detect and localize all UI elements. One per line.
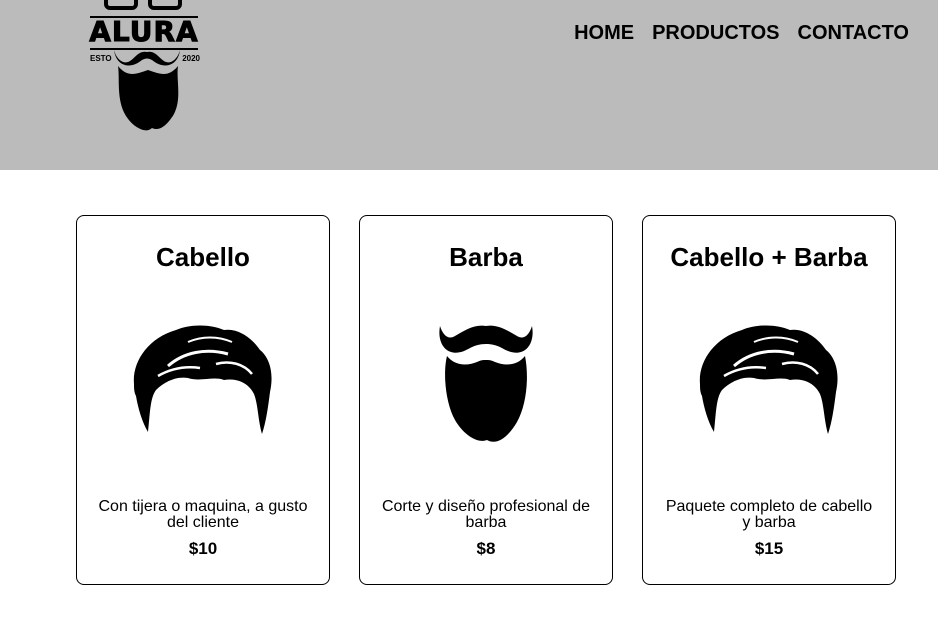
product-description: Paquete completo de cabello y barba (665, 498, 873, 531)
product-card-cabello: Cabello Con tijera o maquina, a gusto de… (76, 215, 330, 585)
alura-logo[interactable]: ALURA ESTO 2020 (86, 0, 202, 138)
product-card-cabello-barba: Cabello + Barba Paquete completo de cabe… (642, 215, 896, 585)
logo-est-label: ESTO (90, 54, 112, 63)
product-title: Barba (449, 242, 523, 272)
site-header: ALURA ESTO 2020 HOME PRODUCTOS CONTACTO (0, 0, 938, 170)
product-price: $10 (188, 539, 218, 558)
logo-year: 2020 (182, 54, 200, 63)
nav-productos-link[interactable]: PRODUCTOS (652, 21, 779, 45)
hair-icon (133, 325, 272, 434)
product-description: Con tijera o maquina, a gusto del client… (98, 498, 308, 531)
product-title: Cabello + Barba (670, 242, 868, 272)
product-price: $8 (476, 539, 496, 558)
logo-wordmark: ALURA (89, 15, 199, 48)
beard-icon (439, 325, 533, 442)
nav-home-link[interactable]: HOME (574, 21, 634, 45)
products-section: Cabello Con tijera o maquina, a gusto de… (76, 215, 896, 585)
hair-icon (699, 325, 838, 434)
main-nav: HOME PRODUCTOS CONTACTO (574, 21, 909, 45)
product-card-barba: Barba Corte y diseño profesional de barb… (359, 215, 613, 585)
product-price: $15 (754, 539, 784, 558)
product-description: Corte y diseño profesional de barba (381, 498, 591, 531)
product-title: Cabello (156, 242, 250, 272)
nav-contacto-link[interactable]: CONTACTO (798, 21, 909, 45)
